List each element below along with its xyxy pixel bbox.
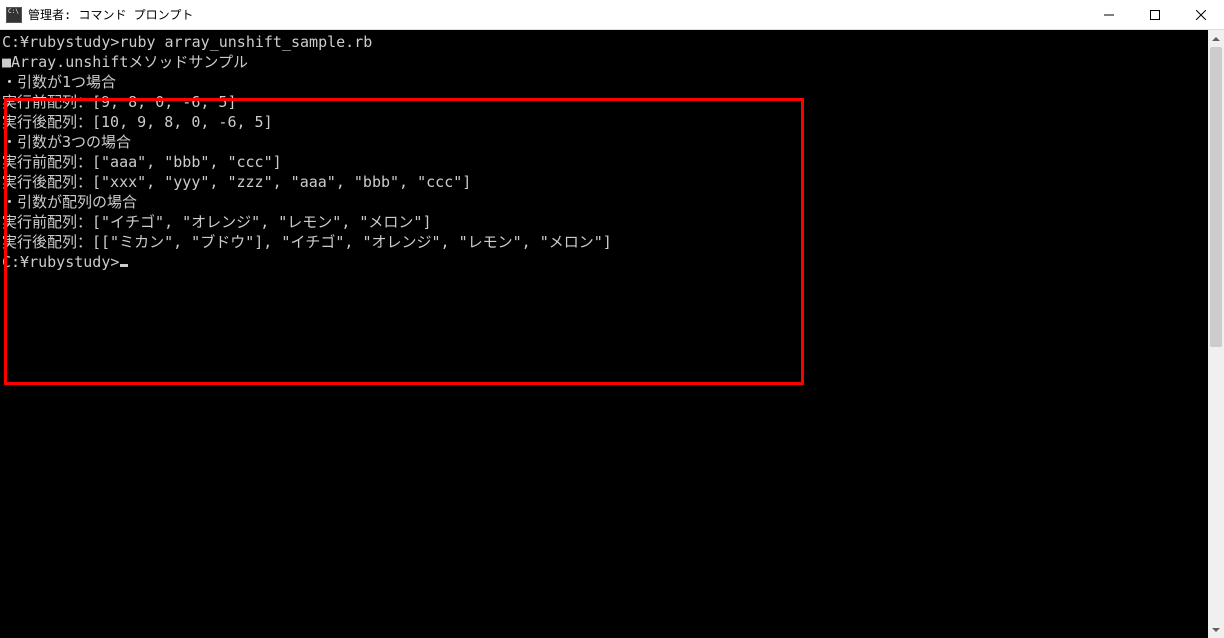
console-line: ・引数が1つ場合 — [2, 72, 1206, 92]
console-line: 実行前配列：["aaa", "bbb", "ccc"] — [2, 152, 1206, 172]
console-line: 実行後配列：["xxx", "yyy", "zzz", "aaa", "bbb"… — [2, 172, 1206, 192]
console-prompt-line: C:¥rubystudy> — [2, 252, 1206, 272]
scrollbar-thumb[interactable] — [1210, 47, 1222, 347]
maximize-button[interactable] — [1132, 0, 1178, 30]
console-content[interactable]: C:¥rubystudy>ruby array_unshift_sample.r… — [0, 30, 1208, 638]
cmd-icon — [6, 7, 22, 23]
console-area: C:¥rubystudy>ruby array_unshift_sample.r… — [0, 30, 1224, 638]
scroll-down-button[interactable] — [1208, 621, 1224, 638]
window-titlebar: 管理者: コマンド プロンプト — [0, 0, 1224, 30]
window-controls — [1086, 0, 1224, 29]
console-line: ■Array.unshiftメソッドサンプル — [2, 52, 1206, 72]
console-line: 実行後配列：[10, 9, 8, 0, -6, 5] — [2, 112, 1206, 132]
scrollbar-track[interactable] — [1208, 47, 1224, 621]
console-line: ・引数が配列の場合 — [2, 192, 1206, 212]
console-line: 実行後配列：[["ミカン", "ブドウ"], "イチゴ", "オレンジ", "レ… — [2, 232, 1206, 252]
close-button[interactable] — [1178, 0, 1224, 30]
cursor-icon — [120, 264, 128, 267]
minimize-button[interactable] — [1086, 0, 1132, 30]
console-line: ・引数が3つの場合 — [2, 132, 1206, 152]
window-title: 管理者: コマンド プロンプト — [28, 6, 193, 23]
scroll-up-button[interactable] — [1208, 30, 1224, 47]
console-line: 実行前配列：[9, 8, 0, -6, 5] — [2, 92, 1206, 112]
console-line: 実行前配列：["イチゴ", "オレンジ", "レモン", "メロン"] — [2, 212, 1206, 232]
console-line: C:¥rubystudy>ruby array_unshift_sample.r… — [2, 32, 1206, 52]
console-prompt: C:¥rubystudy> — [2, 253, 119, 271]
vertical-scrollbar[interactable] — [1208, 30, 1224, 638]
